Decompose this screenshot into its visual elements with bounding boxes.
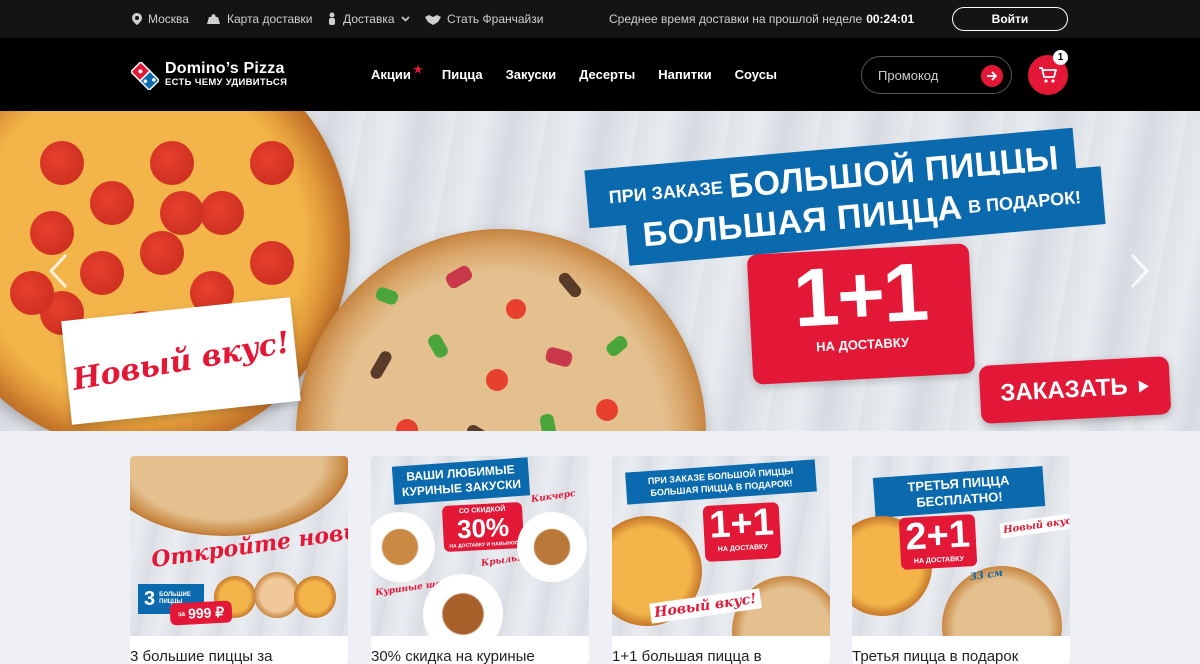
- login-button[interactable]: Войти: [952, 7, 1068, 31]
- order-button-label: ЗАКАЗАТЬ: [999, 373, 1129, 407]
- menu-item-pizza[interactable]: Пицца: [442, 67, 483, 82]
- hero-offer-badge: 1+1 НА ДОСТАВКУ: [746, 243, 976, 385]
- domino-logo-icon: [129, 60, 161, 92]
- carousel-prev-button[interactable]: [46, 251, 70, 291]
- promo-card-offer: 2+1 НА ДОСТАВКУ: [898, 513, 978, 570]
- location-pin-icon: [132, 13, 142, 25]
- promo-card-price: 999 ₽: [187, 603, 225, 622]
- menu-item-sauces[interactable]: Соусы: [735, 67, 777, 82]
- promo-card-discount: СО СКИДКОЙ 30% НА ДОСТАВКУ И НАВЫНОС: [441, 501, 525, 553]
- menu-item-snacks[interactable]: Закуски: [506, 67, 557, 82]
- chevron-left-icon: [48, 253, 68, 289]
- city-selector[interactable]: Москва: [132, 0, 189, 38]
- hero-banner[interactable]: Новый вкус! ПРИ ЗАКАЗЕ БОЛЬШОЙ ПИЦЦЫ БОЛ…: [0, 111, 1200, 431]
- main-navbar: Domino’s Pizza ЕСТЬ ЧЕМУ УДИВИТЬСЯ Акции…: [0, 38, 1200, 111]
- promo-card-image: ТРЕТЬЯ ПИЦЦА БЕСПЛАТНО! 2+1 НА ДОСТАВКУ Н…: [852, 456, 1070, 636]
- promo-card-title: 30% скидка на куриные: [371, 648, 535, 664]
- promo-card[interactable]: ВАШИ ЛЮБИМЫЕ КУРИНЫЕ ЗАКУСКИ СО СКИДКОЙ 3…: [371, 456, 589, 664]
- franchise-link[interactable]: Стать Франчайзи: [425, 0, 543, 38]
- menu-item-desserts[interactable]: Десерты: [579, 67, 635, 82]
- delivery-map-label: Карта доставки: [227, 12, 313, 26]
- delivery-label: Доставка: [343, 12, 395, 26]
- promo-cards: Откройте новый вкус! 3 БОЛЬШИЕ ПИЦЦЫ за …: [130, 456, 1070, 664]
- delivery-dropdown[interactable]: Доставка: [327, 0, 410, 38]
- brand-logo[interactable]: Domino’s Pizza ЕСТЬ ЧЕМУ УДИВИТЬСЯ: [129, 60, 341, 92]
- promo-card-badge-number: 3: [144, 587, 156, 610]
- play-triangle-icon: [1138, 380, 1149, 393]
- brand-tagline: ЕСТЬ ЧЕМУ УДИВИТЬСЯ: [165, 77, 288, 88]
- promo-card-banner: ВАШИ ЛЮБИМЫЕ КУРИНЫЕ ЗАКУСКИ: [391, 457, 531, 505]
- promo-card[interactable]: ТРЕТЬЯ ПИЦЦА БЕСПЛАТНО! 2+1 НА ДОСТАВКУ Н…: [852, 456, 1070, 664]
- chevron-right-icon: [1130, 253, 1150, 289]
- promo-card-offer: 1+1 НА ДОСТАВКУ: [702, 501, 782, 562]
- franchise-label: Стать Франчайзи: [447, 12, 544, 26]
- star-icon: ★: [413, 64, 423, 76]
- promo-card-title: 3 большие пиццы за: [130, 648, 273, 664]
- promo-card-script: Новый вкус!: [999, 512, 1070, 539]
- menu-item-drinks[interactable]: Напитки: [658, 67, 711, 82]
- cart-count-badge: 1: [1053, 50, 1068, 65]
- avg-delivery-time: Среднее время доставки на прошлой неделе…: [609, 0, 914, 38]
- hero-line2-small: В ПОДАРОК!: [967, 186, 1082, 217]
- order-button[interactable]: ЗАКАЗАТЬ: [978, 356, 1172, 424]
- delivery-map-link[interactable]: Карта доставки: [206, 0, 312, 38]
- promo-card-image: Откройте новый вкус! 3 БОЛЬШИЕ ПИЦЦЫ за …: [130, 456, 348, 636]
- promo-card-title: 1+1 большая пицца в: [612, 648, 762, 664]
- new-taste-text: Новый вкус!: [69, 324, 293, 398]
- promo-card-title: Третья пицца в подарок: [852, 648, 1019, 664]
- promo-code-input[interactable]: [878, 67, 978, 83]
- map-icon: [207, 13, 220, 24]
- avg-time-value: 00:24:01: [866, 12, 915, 26]
- promo-card[interactable]: ПРИ ЗАКАЗЕ БОЛЬШОЙ ПИЦЦЫ БОЛЬШАЯ ПИЦЦА В …: [612, 456, 830, 664]
- delivery-icon: [329, 12, 335, 25]
- handshake-icon: [425, 14, 441, 25]
- promo-card-image: ВАШИ ЛЮБИМЫЕ КУРИНЫЕ ЗАКУСКИ СО СКИДКОЙ 3…: [371, 456, 589, 636]
- promo-card-label: Кикчерс: [530, 488, 577, 506]
- carousel-next-button[interactable]: [1128, 251, 1152, 291]
- promo-submit-button[interactable]: [981, 65, 1003, 87]
- avg-time-label: Среднее время доставки на прошлой неделе: [609, 12, 863, 26]
- city-label: Москва: [148, 12, 189, 26]
- category-menu: Акции ★ Пицца Закуски Десерты Напитки Соу…: [371, 38, 800, 111]
- promo-card-price-prefix: за: [177, 610, 186, 618]
- promo-code-field: [861, 56, 1012, 94]
- chevron-down-icon: [400, 16, 410, 22]
- promo-card-banner: ТРЕТЬЯ ПИЦЦА БЕСПЛАТНО!: [872, 466, 1046, 518]
- promo-card[interactable]: Откройте новый вкус! 3 БОЛЬШИЕ ПИЦЦЫ за …: [130, 456, 348, 664]
- promo-card-banner: ПРИ ЗАКАЗЕ БОЛЬШОЙ ПИЦЦЫ БОЛЬШАЯ ПИЦЦА В …: [625, 459, 817, 505]
- brand-name: Domino’s Pizza: [165, 60, 285, 77]
- menu-item-label: Акции: [371, 67, 411, 82]
- menu-item-promotions[interactable]: Акции ★: [371, 64, 423, 82]
- cart-icon: [1039, 67, 1057, 83]
- arrow-right-icon: [987, 71, 998, 81]
- promo-card-image: ПРИ ЗАКАЗЕ БОЛЬШОЙ ПИЦЦЫ БОЛЬШАЯ ПИЦЦА В …: [612, 456, 830, 636]
- top-utility-bar: Москва Карта доставки Доставка Стать Фра…: [0, 0, 1200, 38]
